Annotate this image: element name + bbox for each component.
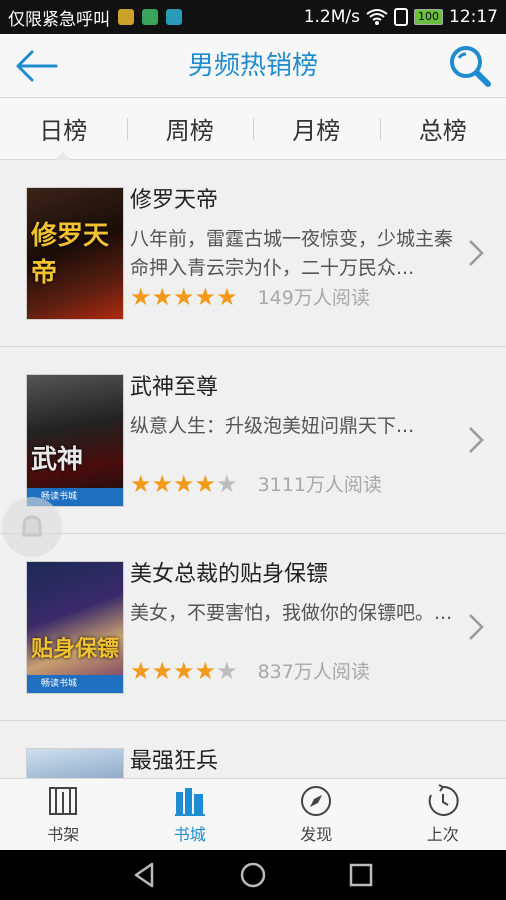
- tab-daily[interactable]: 日榜: [0, 98, 127, 160]
- book-cover: 武神 畅读书城: [26, 374, 124, 507]
- page-title: 男频热销榜: [187, 51, 318, 81]
- star-icon: ★: [130, 656, 152, 685]
- book-description: 美女，不要害怕，我做你的保镖吧。...: [130, 602, 453, 624]
- tab-total[interactable]: 总榜: [379, 98, 506, 159]
- rating-stars: ★★★★★: [130, 472, 238, 496]
- star-icon: ★: [194, 282, 217, 311]
- star-icon: ★: [216, 656, 238, 685]
- nav-label: 书架: [47, 825, 80, 844]
- carrier-text: 仅限紧急呼叫: [8, 9, 110, 30]
- chevron-right-icon: [469, 614, 484, 640]
- notification-icon: [142, 9, 158, 25]
- recents-icon[interactable]: [346, 860, 376, 890]
- network-speed: 1.2M/s: [303, 7, 360, 27]
- star-icon: ★: [216, 469, 238, 498]
- reader-count: 3111万人阅读: [257, 474, 382, 496]
- notification-icon: [118, 9, 134, 25]
- star-icon: ★: [194, 656, 217, 685]
- system-nav-bar: [0, 850, 506, 900]
- search-icon[interactable]: [448, 44, 492, 88]
- rating-stars: ★★★★★: [130, 285, 238, 309]
- bookstore-icon: [174, 788, 205, 816]
- back-arrow-icon[interactable]: [14, 48, 58, 84]
- book-title: 美女总裁的贴身保镖: [130, 562, 329, 587]
- bell-icon: [22, 515, 42, 537]
- chevron-right-icon: [469, 240, 484, 266]
- nav-bookstore[interactable]: 书城: [127, 779, 254, 850]
- wifi-icon: [366, 9, 388, 25]
- nav-discover[interactable]: 发现: [253, 779, 380, 850]
- cover-title: 武神: [31, 445, 84, 475]
- book-description: 纵意人生：升级泡美妞问鼎天下...: [130, 415, 415, 437]
- tab-monthly[interactable]: 月榜: [253, 98, 380, 159]
- book-title: 修罗天帝: [130, 188, 219, 213]
- star-icon: ★: [130, 469, 152, 498]
- book-rating: ★★★★★ 837万人阅读: [130, 657, 370, 684]
- list-item[interactable]: 修罗天帝 修罗天帝 八年前，雷霆古城一夜惊变，少城主秦命押入青云宗为仆，二十万民…: [0, 160, 506, 347]
- star-icon: ★: [173, 656, 195, 685]
- reader-count: 149万人阅读: [257, 287, 370, 309]
- book-description: 八年前，雷霆古城一夜惊变，少城主秦命押入青云宗为仆，二十万民众...: [130, 228, 454, 279]
- battery-indicator: 100: [414, 9, 443, 25]
- star-icon: ★: [130, 282, 152, 311]
- book-title: 武神至尊: [130, 375, 219, 400]
- notification-icon: [166, 9, 182, 25]
- nav-last-read[interactable]: 上次: [380, 779, 506, 850]
- star-icon: ★: [151, 469, 174, 498]
- book-cover: 修罗天帝: [26, 187, 124, 320]
- floating-bell-button[interactable]: [2, 497, 62, 557]
- star-icon: ★: [194, 469, 217, 498]
- cover-title: 修罗天帝: [31, 221, 110, 288]
- bottom-nav: 书架 书城 发现 上次: [0, 778, 506, 850]
- book-title: 最强狂兵: [130, 749, 219, 774]
- star-icon: ★: [151, 656, 174, 685]
- nav-label: 发现: [300, 825, 333, 844]
- book-cover: [26, 748, 124, 778]
- tab-weekly[interactable]: 周榜: [126, 98, 254, 159]
- back-icon[interactable]: [130, 860, 160, 890]
- rating-stars: ★★★★★: [130, 659, 238, 683]
- chevron-right-icon: [469, 427, 484, 453]
- home-icon[interactable]: [238, 860, 268, 890]
- star-icon: ★: [173, 469, 195, 498]
- cover-tag: 畅读书城: [27, 675, 123, 693]
- star-icon: ★: [173, 282, 195, 311]
- status-bar: 仅限紧急呼叫 1.2M/s 100 12:17: [0, 0, 506, 34]
- sim-icon: [394, 8, 408, 26]
- history-icon: [428, 784, 459, 816]
- bookshelf-icon: [49, 787, 78, 815]
- period-tabs: 日榜 周榜 月榜 总榜: [0, 98, 506, 160]
- nav-label: 上次: [426, 825, 459, 844]
- book-list: 修罗天帝 修罗天帝 八年前，雷霆古城一夜惊变，少城主秦命押入青云宗为仆，二十万民…: [0, 160, 506, 778]
- nav-label: 书城: [173, 825, 206, 844]
- reader-count: 837万人阅读: [257, 661, 370, 683]
- cover-title: 贴身保镖: [31, 637, 120, 662]
- list-item[interactable]: 武神 畅读书城 武神至尊 纵意人生：升级泡美妞问鼎天下... ★★★★★ 311…: [0, 347, 506, 534]
- nav-bookshelf[interactable]: 书架: [0, 779, 127, 850]
- star-icon: ★: [216, 282, 238, 311]
- star-icon: ★: [151, 282, 174, 311]
- book-cover: 贴身保镖 畅读书城: [26, 561, 124, 694]
- list-item[interactable]: 最强狂兵: [0, 721, 506, 778]
- app-header: 男频热销榜: [0, 34, 506, 98]
- book-rating: ★★★★★ 3111万人阅读: [130, 470, 382, 497]
- compass-icon: [301, 786, 332, 816]
- clock: 12:17: [449, 7, 498, 27]
- list-item[interactable]: 贴身保镖 畅读书城 美女总裁的贴身保镖 美女，不要害怕，我做你的保镖吧。... …: [0, 534, 506, 721]
- book-rating: ★★★★★ 149万人阅读: [130, 283, 370, 310]
